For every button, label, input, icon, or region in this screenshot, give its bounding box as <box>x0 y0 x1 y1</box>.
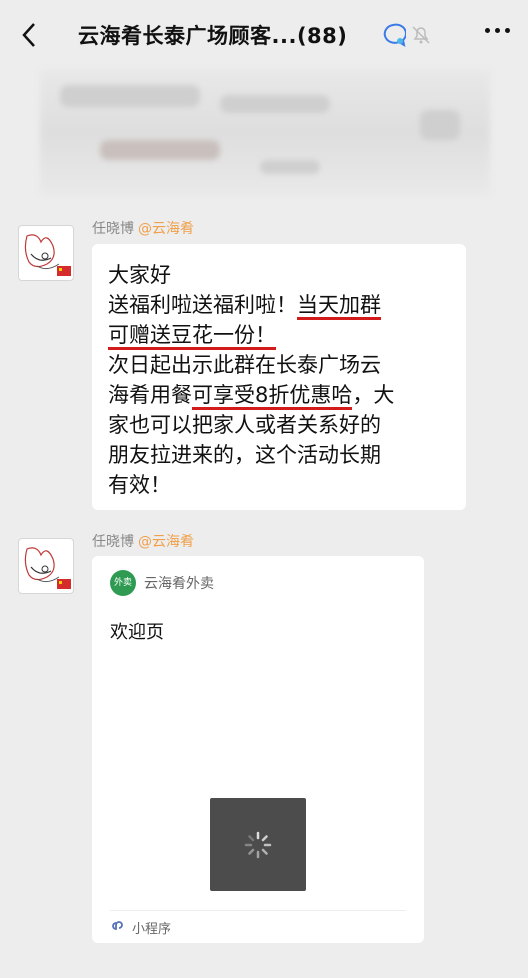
underlined-text: 可赠送豆花一份！ <box>108 323 276 350</box>
chat-title-text: 云海肴长泰广场顾客... <box>78 24 297 48</box>
mini-program-label: 小程序 <box>132 921 172 937</box>
mini-program-preview <box>210 798 306 891</box>
message-bubble[interactable]: 大家好 送福利啦送福利啦！当天加群 可赠送豆花一份！ 次日起出示此群在长泰广场云… <box>92 244 466 510</box>
mini-program-icon <box>112 921 123 930</box>
underlined-text: 可享受8折优惠哈 <box>192 383 353 410</box>
mini-program-header: 外卖 云海肴外卖 <box>110 570 214 596</box>
chevron-left-icon <box>22 23 35 47</box>
more-dot-icon <box>505 28 510 33</box>
message-line: 家也可以把家人或者关系好的 <box>108 410 452 440</box>
header-status-icons <box>380 22 432 48</box>
chat-title: 云海肴长泰广场顾客...(88) <box>78 20 347 50</box>
flag-badge-icon <box>57 579 71 589</box>
message-line: 送福利啦送福利啦！当天加群 <box>108 290 452 320</box>
mini-program-title: 欢迎页 <box>110 622 164 643</box>
sender-tag: @云海肴 <box>138 534 194 550</box>
text-segment: 次日起出示此群在长泰广场云 <box>108 353 381 377</box>
message-line: 海肴用餐可享受8折优惠哈，大 <box>108 380 452 410</box>
back-button[interactable] <box>12 18 46 52</box>
blurred-content <box>40 70 490 195</box>
sender-name: 任晓博 @云海肴 <box>92 218 194 238</box>
mini-program-name: 云海肴外卖 <box>144 576 214 592</box>
sender-name-text: 任晓博 <box>92 534 134 550</box>
text-segment: 海肴用 <box>108 383 171 407</box>
message-line: 有效！ <box>108 470 452 500</box>
text-segment: 家也可以把家人或者关系好的 <box>108 413 381 437</box>
underlined-text: 当天加群 <box>297 293 381 320</box>
text-segment: 朋友拉进来的，这个活动长期 <box>108 443 381 467</box>
sender-name: 任晓博 @云海肴 <box>92 531 194 551</box>
mute-bell-icon <box>412 26 430 44</box>
mini-program-card[interactable]: 外卖 云海肴外卖 欢迎页 小程序 <box>92 556 424 943</box>
mini-program-logo: 外卖 <box>110 570 136 596</box>
more-options-button[interactable] <box>485 28 510 33</box>
text-segment: 大家好 <box>108 263 171 287</box>
sender-tag: @云海肴 <box>138 221 194 237</box>
sender-avatar[interactable] <box>18 538 74 594</box>
text-segment: 送福利啦送福利啦！ <box>108 293 297 317</box>
chat-header: 云海肴长泰广场顾客...(88) <box>0 0 528 70</box>
more-dot-icon <box>495 28 500 33</box>
sender-name-text: 任晓博 <box>92 221 134 237</box>
chat-bubble-icon <box>383 23 406 48</box>
more-dot-icon <box>485 28 490 33</box>
message-line: 朋友拉进来的，这个活动长期 <box>108 440 452 470</box>
message-line: 次日起出示此群在长泰广场云 <box>108 350 452 380</box>
loading-spinner-icon <box>244 831 272 858</box>
sender-avatar[interactable] <box>18 225 74 281</box>
text-segment: ，大 <box>352 383 395 407</box>
text-segment: 餐 <box>171 383 192 407</box>
mini-program-footer: 小程序 <box>110 910 406 943</box>
flag-badge-icon <box>57 266 71 276</box>
text-segment: 有效！ <box>108 473 171 497</box>
message-line: 大家好 <box>108 260 452 290</box>
message-line: 可赠送豆花一份！ <box>108 320 452 350</box>
member-count: (88) <box>296 24 348 48</box>
